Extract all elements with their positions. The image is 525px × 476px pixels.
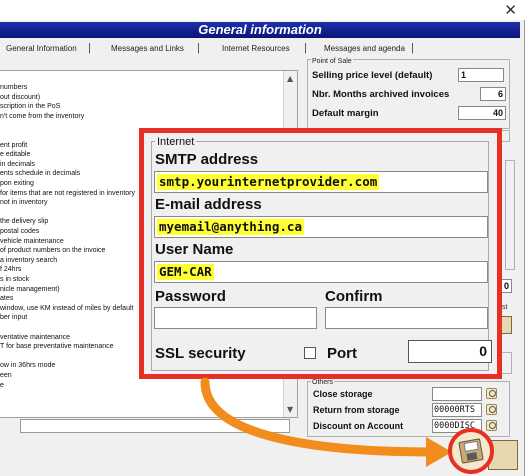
discount-label: Discount on Account bbox=[313, 421, 404, 431]
tab-messages-and-agenda[interactable]: Messages and agenda bbox=[324, 44, 405, 53]
hidden-group bbox=[505, 160, 515, 270]
option-line[interactable]: e editable bbox=[0, 150, 30, 159]
tab-separator: | bbox=[304, 42, 307, 54]
option-line[interactable]: s in stock bbox=[0, 275, 29, 284]
confirm-label: Confirm bbox=[325, 288, 383, 305]
username-value: GEM-CAR bbox=[157, 264, 214, 280]
option-line[interactable]: postal codes bbox=[0, 227, 39, 236]
option-line[interactable]: numbers bbox=[0, 83, 27, 92]
option-line[interactable]: of product numbers on the invoice bbox=[0, 246, 105, 255]
save-button[interactable] bbox=[448, 428, 494, 474]
tab-messages-and-links[interactable]: Messages and Links bbox=[111, 44, 184, 53]
confirm-field[interactable] bbox=[325, 307, 488, 329]
ssl-checkbox[interactable] bbox=[304, 347, 316, 359]
default-margin-field[interactable]: 40 bbox=[458, 106, 506, 120]
password-field[interactable] bbox=[154, 307, 317, 329]
option-line[interactable]: n't come from the inventory bbox=[0, 112, 84, 121]
option-line[interactable]: ow in 36hrs mode bbox=[0, 361, 55, 370]
tab-separator: | bbox=[197, 42, 200, 54]
close-storage-label: Close storage bbox=[313, 389, 373, 399]
banner-title: General information bbox=[0, 22, 520, 38]
option-line[interactable]: the delivery slip bbox=[0, 217, 48, 226]
internet-legend: Internet bbox=[155, 136, 197, 148]
close-storage-field[interactable] bbox=[432, 387, 482, 401]
option-line[interactable]: f 24hrs bbox=[0, 265, 21, 274]
port-label: Port bbox=[327, 345, 357, 362]
selling-price-field[interactable]: 1 bbox=[458, 68, 504, 82]
tab-separator: | bbox=[88, 42, 91, 54]
option-line[interactable]: in decimals bbox=[0, 160, 35, 169]
tab-bar: General Information | Messages and Links… bbox=[0, 42, 520, 58]
option-line[interactable]: not in inventory bbox=[0, 198, 47, 207]
option-line[interactable]: pon exiting bbox=[0, 179, 34, 188]
option-line[interactable]: for items that are not registered in inv… bbox=[0, 189, 135, 198]
option-line[interactable]: ent profit bbox=[0, 141, 27, 150]
option-line[interactable]: a inventory search bbox=[0, 256, 57, 265]
option-line[interactable]: scription in the PoS bbox=[0, 102, 60, 111]
tab-separator: | bbox=[411, 42, 414, 54]
internet-settings-panel: Internet SMTP address smtp.yourinternetp… bbox=[139, 128, 502, 379]
option-line[interactable]: vehicle maintenance bbox=[0, 237, 64, 246]
email-value: myemail@anything.ca bbox=[157, 219, 304, 235]
option-line[interactable]: ventative maintenance bbox=[0, 333, 70, 342]
port-field[interactable]: 0 bbox=[408, 340, 492, 363]
return-storage-field[interactable]: 00000RTS bbox=[432, 403, 482, 417]
option-line[interactable]: nicle management) bbox=[0, 285, 60, 294]
username-field[interactable]: GEM-CAR bbox=[154, 261, 488, 283]
save-icon bbox=[458, 438, 484, 464]
close-icon[interactable]: ✕ bbox=[504, 1, 517, 19]
option-line[interactable]: ents schedule in decimals bbox=[0, 169, 80, 178]
tab-internet-resources[interactable]: Internet Resources bbox=[222, 44, 290, 53]
smtp-value: smtp.yourinternetprovider.com bbox=[157, 174, 380, 190]
option-line[interactable]: window, use KM instead of miles by defau… bbox=[0, 304, 133, 313]
email-label: E-mail address bbox=[155, 196, 262, 213]
email-field[interactable]: myemail@anything.ca bbox=[154, 216, 488, 238]
smtp-label: SMTP address bbox=[155, 151, 259, 168]
scroll-down-icon[interactable]: ▼ bbox=[287, 405, 293, 414]
lookup-icon[interactable] bbox=[486, 420, 497, 431]
option-line[interactable]: out discount) bbox=[0, 93, 40, 102]
months-archived-label: Nbr. Months archived invoices bbox=[312, 89, 450, 100]
title-bar: ✕ bbox=[0, 0, 525, 20]
username-label: User Name bbox=[155, 241, 234, 258]
password-label: Password bbox=[155, 288, 226, 305]
option-line[interactable]: een bbox=[0, 371, 12, 380]
months-archived-field[interactable]: 6 bbox=[480, 87, 506, 101]
return-storage-label: Return from storage bbox=[313, 405, 400, 415]
lookup-icon[interactable] bbox=[486, 404, 497, 415]
point-of-sale-title: Point of Sale bbox=[311, 58, 353, 65]
ssl-label: SSL security bbox=[155, 345, 246, 362]
option-line[interactable]: ber input bbox=[0, 313, 27, 322]
point-of-sale-group: Point of Sale Selling price level (defau… bbox=[307, 58, 510, 129]
scroll-up-icon[interactable]: ▲ bbox=[287, 74, 293, 83]
option-line[interactable]: T for base preventative maintenance bbox=[0, 342, 114, 351]
tab-general-information[interactable]: General Information bbox=[6, 44, 77, 53]
others-group: Others Close storage Return from storage… bbox=[307, 379, 510, 437]
smtp-field[interactable]: smtp.yourinternetprovider.com bbox=[154, 171, 488, 193]
others-title: Others bbox=[311, 379, 335, 386]
lookup-icon[interactable] bbox=[486, 388, 497, 399]
option-line[interactable]: e bbox=[0, 381, 4, 390]
selling-price-label: Selling price level (default) bbox=[312, 70, 433, 81]
option-line[interactable]: ates bbox=[0, 294, 13, 303]
bottom-text-field[interactable] bbox=[20, 419, 290, 433]
default-margin-label: Default margin bbox=[312, 108, 379, 119]
hidden-label: st bbox=[502, 304, 508, 311]
